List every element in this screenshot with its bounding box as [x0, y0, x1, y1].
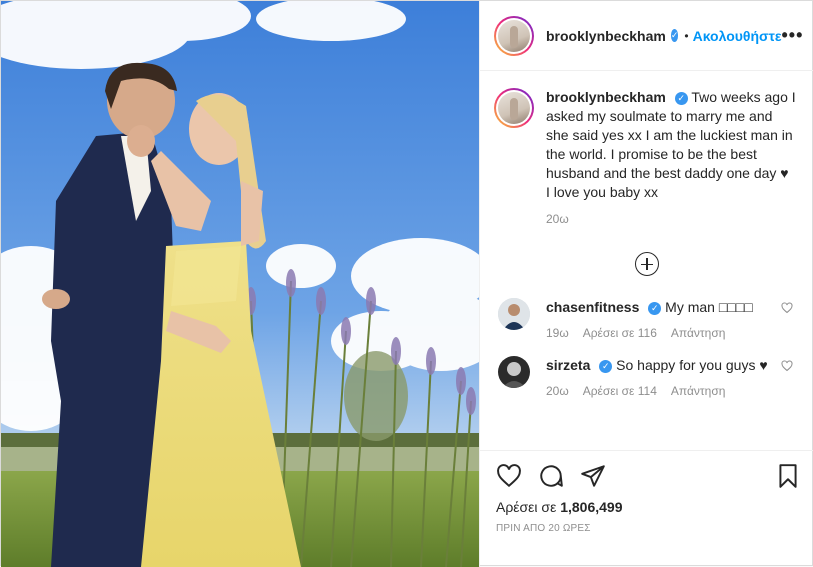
share-icon[interactable] — [580, 463, 606, 489]
verified-badge-icon: ✓ — [648, 301, 662, 315]
author-username[interactable]: brooklynbeckham — [546, 28, 666, 44]
likes-number: 1,806,499 — [560, 499, 623, 515]
follow-button[interactable]: Ακολουθήστε — [693, 28, 782, 44]
commenter-username[interactable]: sirzeta — [546, 357, 590, 373]
caption-body: Two weeks ago I asked my soulmate to mar… — [546, 89, 796, 200]
likes-count[interactable]: Αρέσει σε 1,806,499 — [496, 499, 801, 515]
comment-meta: 19ω Αρέσει σε 116 Απάντηση — [546, 326, 776, 340]
commenter-avatar[interactable] — [498, 298, 530, 330]
comment-text: chasenfitness ✓ My man □□□□ — [546, 298, 776, 316]
comment-likes[interactable]: Αρέσει σε 116 — [583, 326, 657, 340]
bookmark-icon[interactable] — [775, 463, 801, 489]
post-header: brooklynbeckham ✓ • Ακολουθήστε ••• — [480, 1, 813, 71]
action-icons — [496, 461, 801, 491]
comment-body: My man □□□□ — [665, 299, 753, 315]
load-more-icon[interactable] — [634, 252, 659, 276]
verified-badge-icon: ✓ — [599, 359, 613, 373]
post-actions: Αρέσει σε 1,806,499 ΠΡΙΝ ΑΠΟ 20 ΩΡΕΣ — [480, 450, 813, 567]
caption-text: brooklynbeckham ✓ Two weeks ago I asked … — [546, 88, 796, 202]
verified-badge-icon: ✓ — [670, 29, 679, 42]
comment-body: So happy for you guys ♥ — [616, 357, 768, 373]
commenter-avatar[interactable] — [498, 356, 530, 388]
comment-icon[interactable] — [538, 463, 564, 489]
commenter-username[interactable]: chasenfitness — [546, 299, 639, 315]
separator-dot: • — [684, 28, 689, 43]
comment-meta: 20ω Αρέσει σε 114 Απάντηση — [546, 384, 776, 398]
comment-item: chasenfitness ✓ My man □□□□ 19ω Αρέσει σ… — [494, 298, 799, 340]
load-more-comments[interactable] — [494, 252, 799, 276]
comment-time[interactable]: 19ω — [546, 326, 569, 340]
likes-prefix: Αρέσει σε — [496, 499, 557, 515]
comment-item: sirzeta ✓ So happy for you guys ♥ 20ω Αρ… — [494, 356, 799, 398]
comment-text: sirzeta ✓ So happy for you guys ♥ — [546, 356, 776, 374]
reply-button[interactable]: Απάντηση — [671, 326, 726, 340]
post-sidebar: brooklynbeckham ✓ • Ακολουθήστε ••• broo… — [479, 1, 813, 567]
instagram-post: brooklynbeckham ✓ • Ακολουθήστε ••• broo… — [0, 0, 813, 567]
caption: brooklynbeckham ✓ Two weeks ago I asked … — [494, 88, 799, 226]
reply-button[interactable]: Απάντηση — [671, 384, 726, 398]
author-avatar[interactable] — [494, 15, 534, 56]
more-options-icon[interactable]: ••• — [782, 25, 804, 46]
verified-badge-icon: ✓ — [674, 91, 688, 105]
comment-like-icon[interactable] — [781, 360, 793, 372]
heart-icon[interactable] — [496, 463, 522, 489]
comment-like-icon[interactable] — [781, 302, 793, 314]
couple-photo-illustration — [1, 1, 479, 567]
comments-section[interactable]: brooklynbeckham ✓ Two weeks ago I asked … — [480, 72, 813, 450]
comment-likes[interactable]: Αρέσει σε 114 — [583, 384, 657, 398]
caption-avatar[interactable] — [494, 88, 534, 128]
post-photo[interactable] — [1, 1, 479, 567]
comment-time[interactable]: 20ω — [546, 384, 569, 398]
post-timestamp[interactable]: ΠΡΙΝ ΑΠΟ 20 ΩΡΕΣ — [496, 523, 801, 534]
caption-username[interactable]: brooklynbeckham — [546, 89, 666, 105]
caption-time[interactable]: 20ω — [546, 212, 799, 226]
